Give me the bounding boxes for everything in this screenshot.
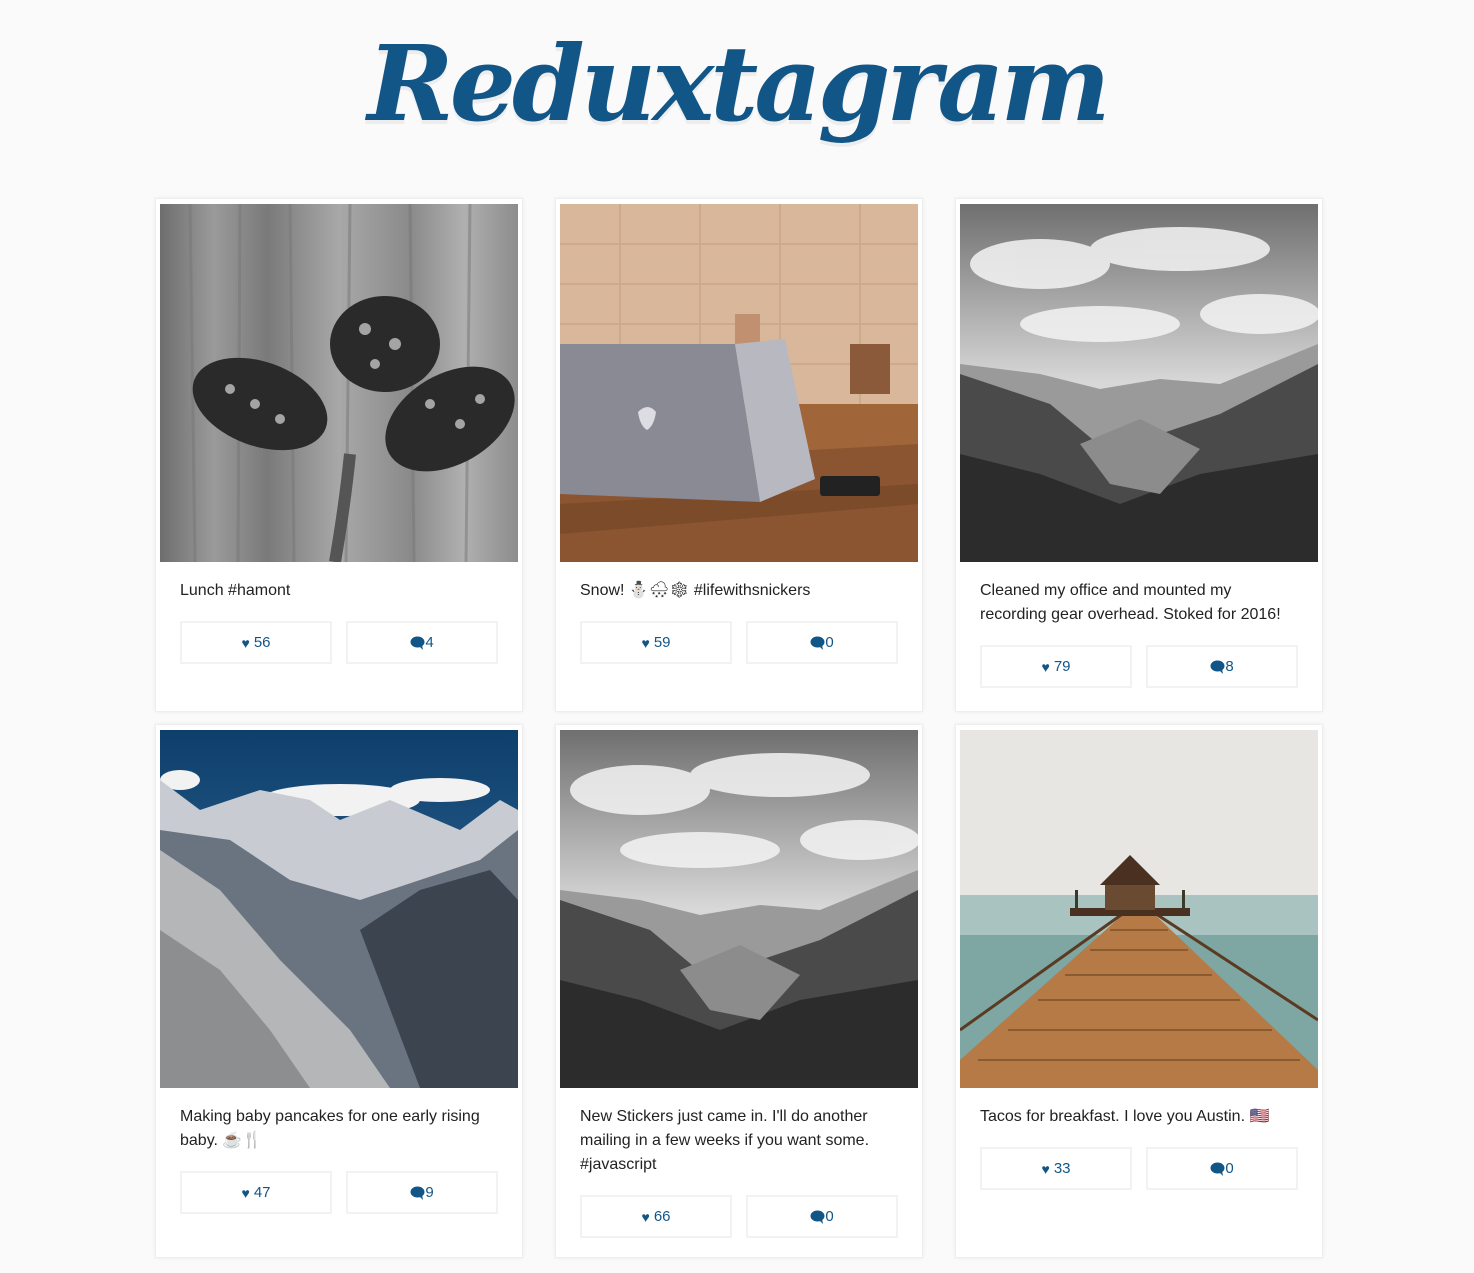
post-caption: Tacos for breakfast. I love you Austin. … (980, 1108, 1270, 1125)
speech-bubble-icon (810, 1210, 825, 1224)
like-count: 33 (1053, 1160, 1071, 1177)
comment-count: 8 (1225, 658, 1234, 675)
post-photo-valley[interactable] (560, 730, 918, 1088)
speech-bubble-icon (810, 636, 825, 650)
post-card: Making baby pancakes for one early risin… (155, 724, 523, 1258)
heart-icon: ♥ (1041, 1160, 1050, 1177)
photo-grid: Lunch #hamont ♥ 56 4 Snow! ⛄🌨❄ #lifewith… (155, 198, 1323, 1258)
speech-bubble-icon (410, 636, 425, 650)
post-controls: ♥ 56 4 (160, 603, 518, 664)
post-controls: ♥ 47 9 (160, 1153, 518, 1214)
heart-icon: ♥ (241, 634, 250, 651)
like-button[interactable]: ♥ 79 (980, 645, 1132, 688)
comments-button[interactable]: 0 (746, 621, 898, 664)
post-card: Lunch #hamont ♥ 56 4 (155, 198, 523, 712)
post-caption: Cleaned my office and mounted my recordi… (980, 582, 1281, 623)
comment-count: 0 (1225, 1160, 1234, 1177)
speech-bubble-icon (410, 1186, 425, 1200)
valley-bw-icon (960, 204, 1318, 562)
pier-sea-icon (960, 730, 1318, 1088)
post-card: Tacos for breakfast. I love you Austin. … (955, 724, 1323, 1258)
comment-count: 9 (425, 1184, 434, 1201)
like-button[interactable]: ♥ 47 (180, 1171, 332, 1214)
post-photo-laptop[interactable] (560, 204, 918, 562)
like-count: 66 (653, 1208, 671, 1225)
post-card: New Stickers just came in. I'll do anoth… (555, 724, 923, 1258)
valley-bw-icon (560, 730, 918, 1088)
post-caption: New Stickers just came in. I'll do anoth… (580, 1108, 870, 1173)
post-controls: ♥ 66 0 (560, 1177, 918, 1238)
comment-count: 4 (425, 634, 434, 651)
like-count: 47 (253, 1184, 271, 1201)
comments-button[interactable]: 4 (346, 621, 498, 664)
post-photo-pinecones[interactable] (160, 204, 518, 562)
like-count: 79 (1053, 658, 1071, 675)
like-button[interactable]: ♥ 33 (980, 1147, 1132, 1190)
like-button[interactable]: ♥ 59 (580, 621, 732, 664)
post-card: Snow! ⛄🌨❄ #lifewithsnickers ♥ 59 0 (555, 198, 923, 712)
app-logo[interactable]: Reduxtagram (0, 22, 1474, 147)
comments-button[interactable]: 9 (346, 1171, 498, 1214)
heart-icon: ♥ (1041, 658, 1050, 675)
snowy-mountains-icon (160, 730, 518, 1088)
speech-bubble-icon (1210, 1162, 1225, 1176)
post-controls: ♥ 79 8 (960, 627, 1318, 688)
comments-button[interactable]: 0 (1146, 1147, 1298, 1190)
post-controls: ♥ 33 0 (960, 1129, 1318, 1190)
like-button[interactable]: ♥ 66 (580, 1195, 732, 1238)
like-button[interactable]: ♥ 56 (180, 621, 332, 664)
heart-icon: ♥ (641, 634, 650, 651)
like-count: 59 (653, 634, 671, 651)
post-card: Cleaned my office and mounted my recordi… (955, 198, 1323, 712)
comments-button[interactable]: 8 (1146, 645, 1298, 688)
speech-bubble-icon (1210, 660, 1225, 674)
post-photo-mountains[interactable] (160, 730, 518, 1088)
comment-count: 0 (825, 634, 834, 651)
post-caption: Making baby pancakes for one early risin… (180, 1108, 480, 1149)
post-photo-valley[interactable] (960, 204, 1318, 562)
like-count: 56 (253, 634, 271, 651)
comment-count: 0 (825, 1208, 834, 1225)
pinecones-bw-icon (160, 204, 518, 562)
post-caption: Lunch #hamont (180, 582, 291, 599)
heart-icon: ♥ (241, 1184, 250, 1201)
laptop-desk-icon (560, 204, 918, 562)
post-photo-pier[interactable] (960, 730, 1318, 1088)
comments-button[interactable]: 0 (746, 1195, 898, 1238)
heart-icon: ♥ (641, 1208, 650, 1225)
post-controls: ♥ 59 0 (560, 603, 918, 664)
post-caption: Snow! ⛄🌨❄ #lifewithsnickers (580, 582, 811, 599)
